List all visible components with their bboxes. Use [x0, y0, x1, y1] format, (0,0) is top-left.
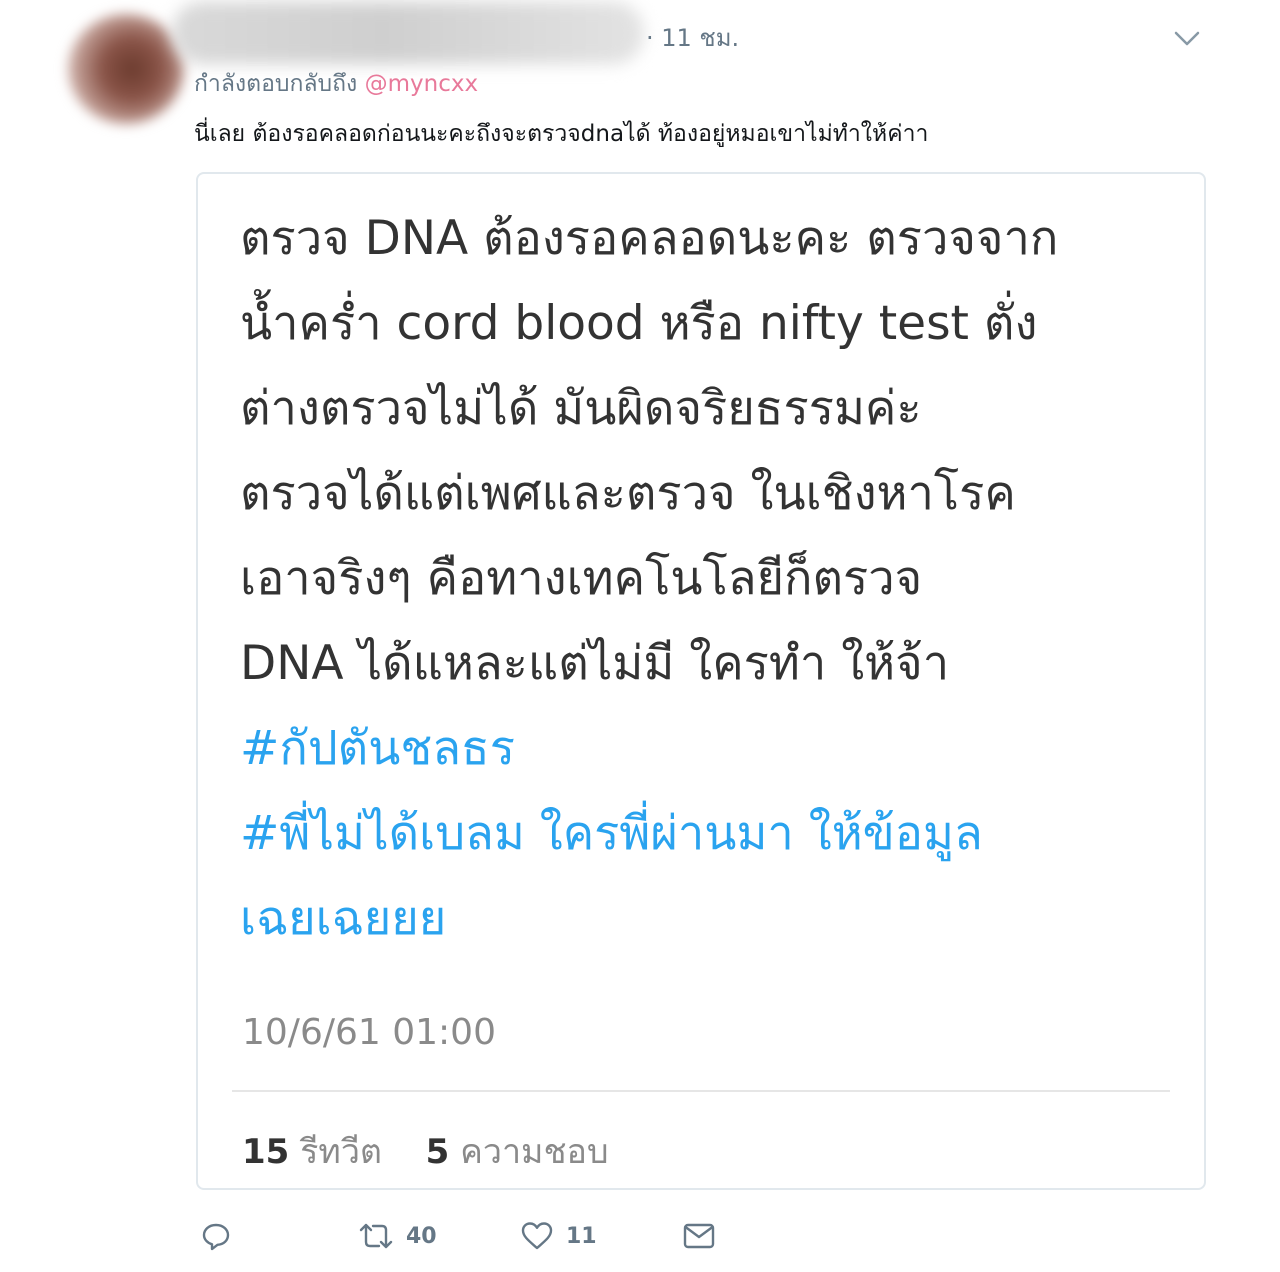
divider	[232, 1090, 1170, 1092]
reply-icon	[202, 1223, 230, 1251]
retweet-button[interactable]: 40	[358, 1212, 437, 1260]
hashtag-link-continuation[interactable]: เฉยเฉยยย	[240, 876, 1168, 961]
quoted-line: ตรวจ DNA ต้องรอคลอดนะคะ ตรวจจาก	[240, 211, 1059, 266]
chevron-down-icon[interactable]	[1172, 26, 1202, 50]
tweet-text: นี่เลย ต้องรอคลอดก่อนนะคะถึงจะตรวจdnaได้…	[194, 121, 929, 147]
avatar[interactable]	[68, 14, 184, 124]
quoted-line: ตรวจได้แต่เพศและตรวจ ในเชิงหาโรค	[240, 466, 1016, 521]
envelope-icon	[683, 1223, 715, 1249]
quoted-date: 10/6/61 01:00	[242, 1012, 496, 1053]
retweets-label: รีทวีต	[300, 1132, 382, 1172]
tweet-timestamp[interactable]: · 11 ชม.	[646, 18, 739, 57]
retweet-icon	[359, 1223, 393, 1249]
quoted-tweet-text: ตรวจ DNA ต้องรอคลอดนะคะ ตรวจจาก น้ำคร่ำ …	[240, 196, 1168, 961]
like-button[interactable]: 11	[520, 1212, 597, 1260]
quoted-stats: 15 รีทวีต 5 ความชอบ	[242, 1124, 609, 1178]
retweet-count: 40	[406, 1223, 437, 1249]
direct-message-button[interactable]	[682, 1212, 716, 1260]
hashtag-link[interactable]: #กัปตันชลธร	[240, 706, 1168, 791]
likes-count: 5	[425, 1132, 450, 1172]
retweets-count: 15	[242, 1132, 290, 1172]
quoted-line: ต่างตรวจไม่ได้ มันผิดจริยธรรมค่ะ	[240, 381, 922, 436]
quoted-tweet-card[interactable]: ตรวจ DNA ต้องรอคลอดนะคะ ตรวจจาก น้ำคร่ำ …	[196, 172, 1206, 1190]
hashtag-link[interactable]: #พี่ไม่ได้เบลม ใครพี่ผ่านมา ให้ข้อมูล	[240, 791, 1168, 876]
quoted-line: น้ำคร่ำ cord blood หรือ nifty test ตั่ง	[240, 296, 1038, 351]
quoted-line: เอาจริงๆ คือทางเทคโนโลยีก็ตรวจ	[240, 551, 923, 606]
quoted-line: DNA ได้แหละแต่ไม่มี ใครทำ ให้จ้า	[240, 636, 950, 691]
replying-to-label: กำลังตอบกลับถึง	[194, 71, 365, 97]
heart-icon	[521, 1222, 553, 1250]
likes-label: ความชอบ	[460, 1132, 609, 1172]
tweet-actions: 40 11	[196, 1212, 756, 1260]
reply-mention-link[interactable]: @myncxx	[365, 71, 478, 97]
blurred-username[interactable]	[172, 2, 644, 64]
replying-to: กำลังตอบกลับถึง @myncxx	[194, 66, 478, 102]
reply-button[interactable]	[200, 1212, 232, 1260]
like-count: 11	[566, 1223, 597, 1249]
